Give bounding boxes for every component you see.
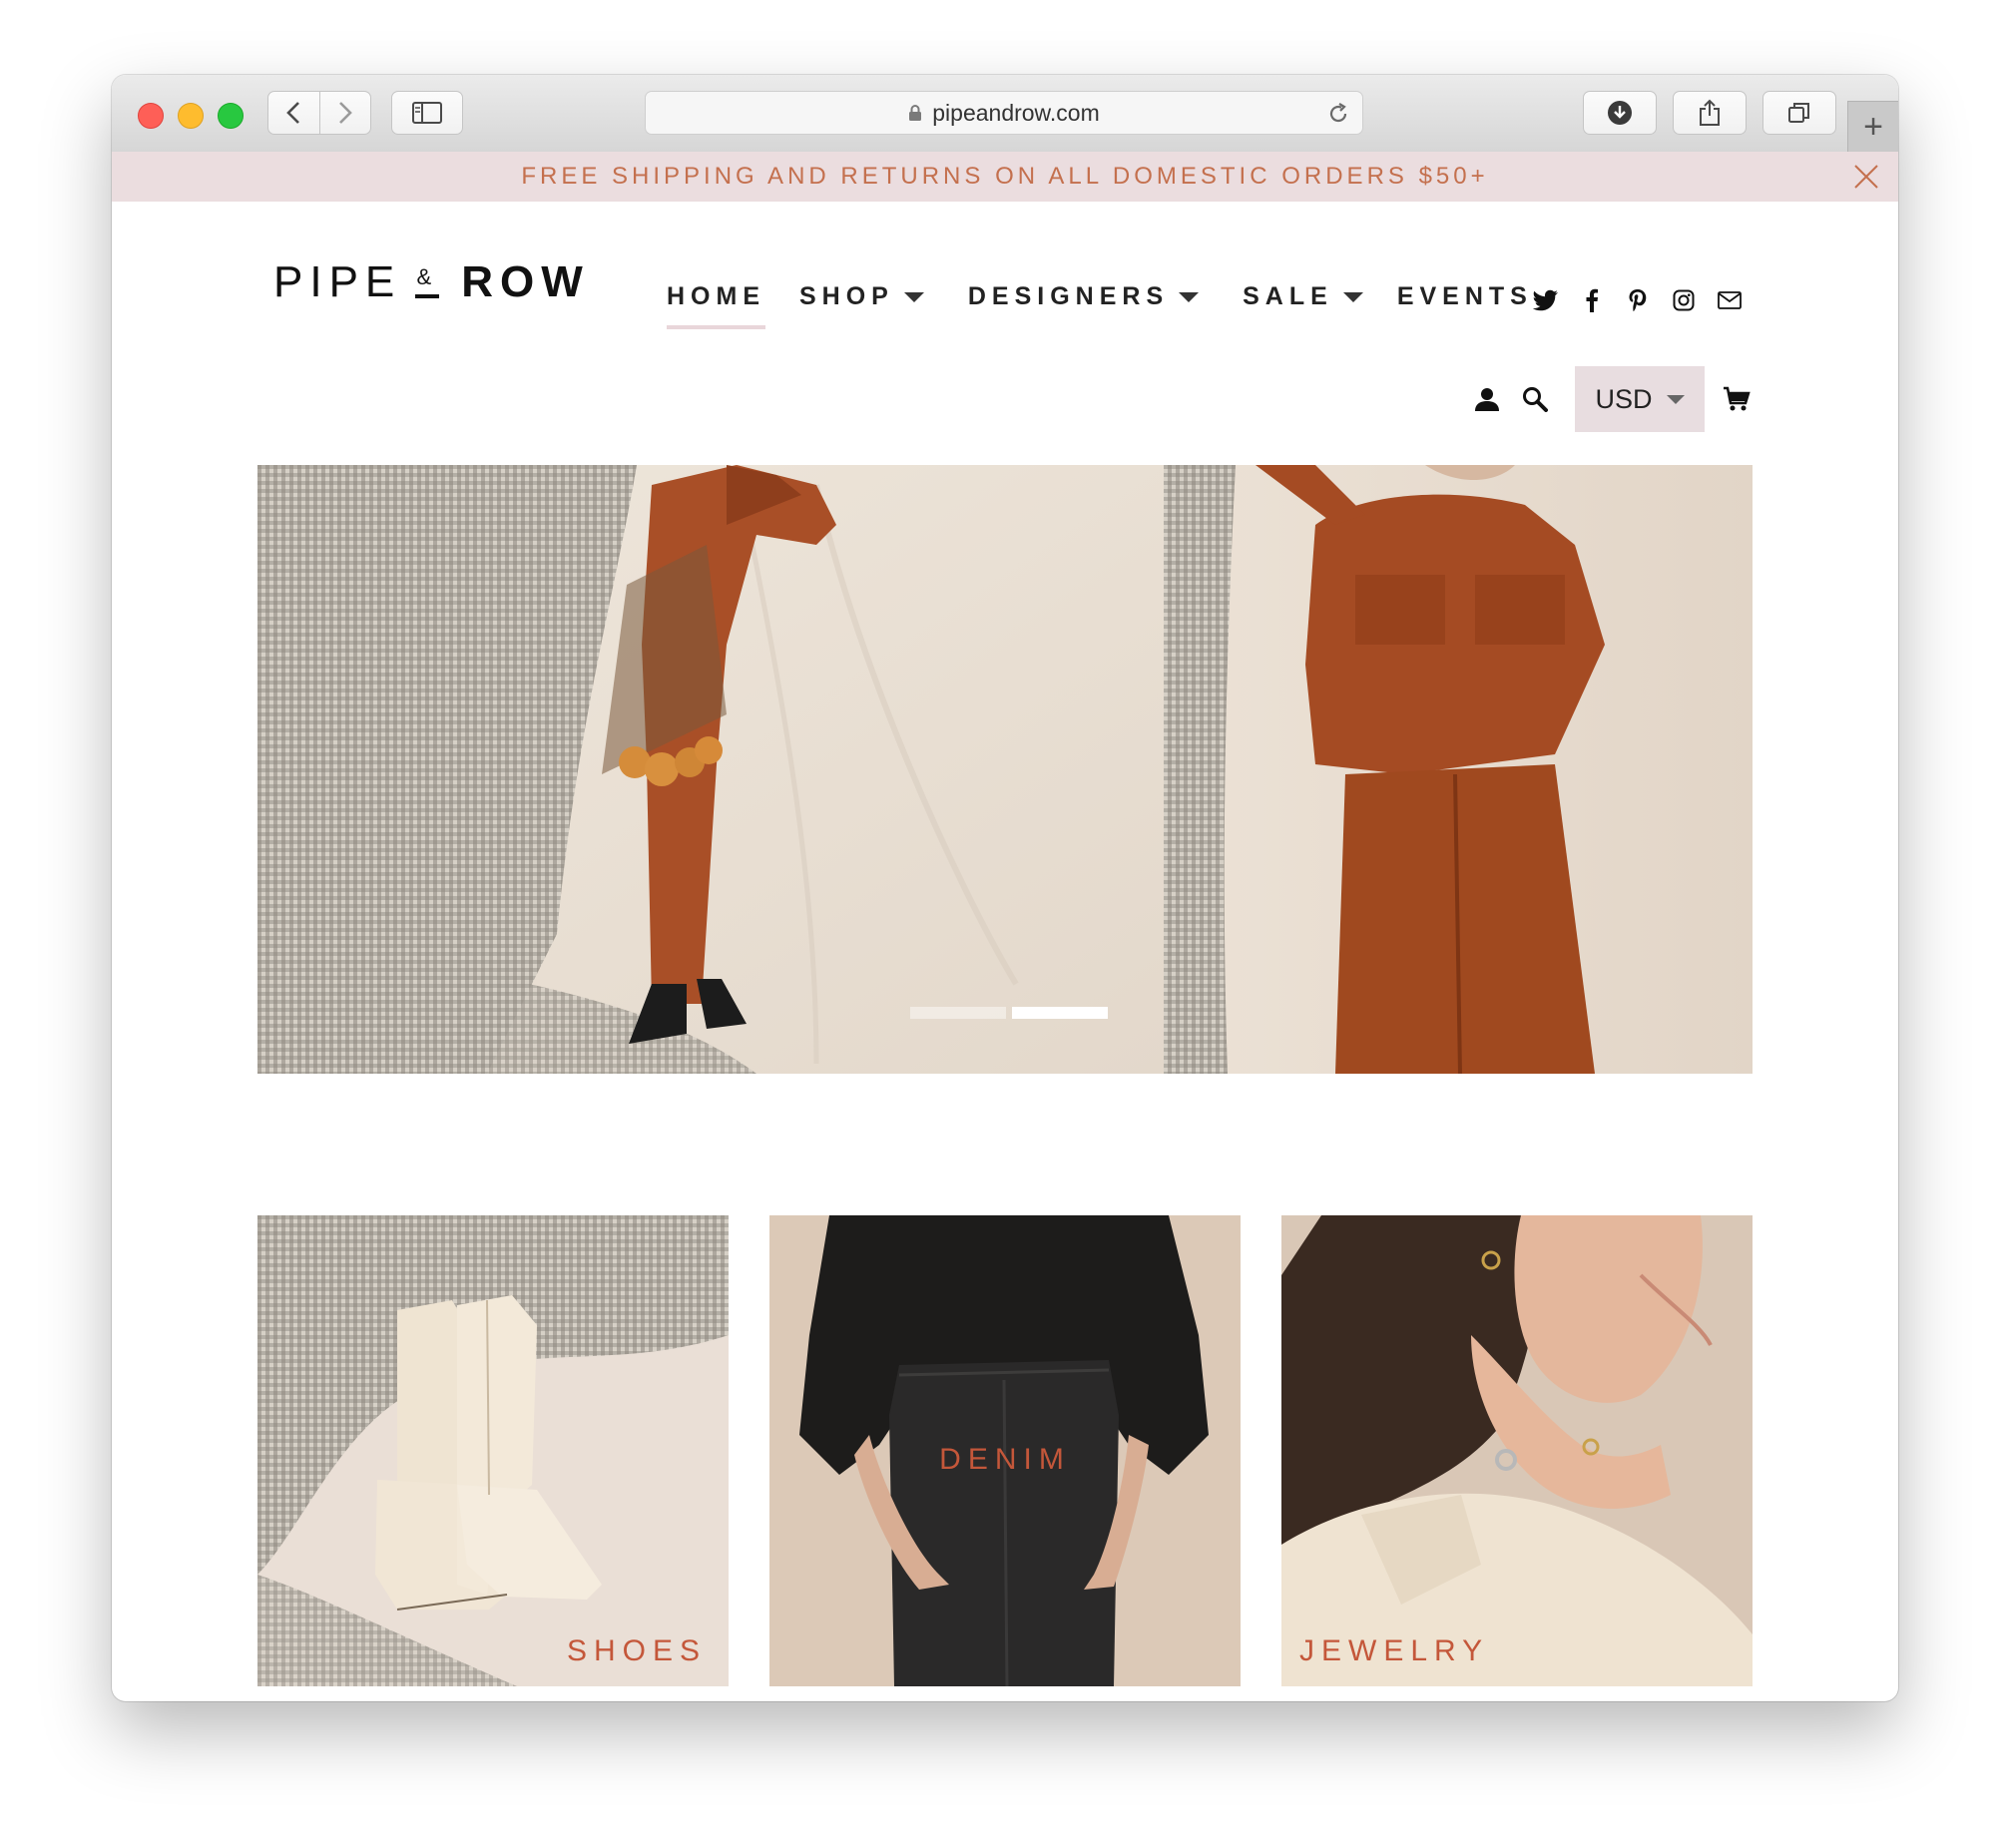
site-logo[interactable]: PIPE & ROW <box>273 257 590 307</box>
facebook-icon[interactable] <box>1577 285 1607 315</box>
hero-slideshow[interactable] <box>257 465 1753 1074</box>
download-icon <box>1608 101 1632 125</box>
search-icon[interactable] <box>1517 381 1553 417</box>
downloads-button[interactable] <box>1583 91 1657 135</box>
category-tile-shoes[interactable]: SHOES <box>257 1215 729 1686</box>
category-label: DENIM <box>939 1443 1071 1476</box>
chevron-right-icon <box>338 102 352 124</box>
minimize-window-button[interactable] <box>178 103 204 129</box>
jewelry-image <box>1281 1215 1753 1686</box>
social-links <box>1531 285 1745 315</box>
account-icon[interactable] <box>1469 381 1505 417</box>
zoom-window-button[interactable] <box>218 103 244 129</box>
nav-sale[interactable]: SALE <box>1243 282 1363 311</box>
close-icon[interactable] <box>1852 163 1880 191</box>
currency-selector[interactable]: USD <box>1575 366 1705 432</box>
nav-shop[interactable]: SHOP <box>799 282 924 311</box>
utility-bar: USD <box>1469 366 1766 432</box>
pinterest-icon[interactable] <box>1623 285 1653 315</box>
share-icon <box>1700 99 1720 126</box>
forward-button[interactable] <box>318 92 371 134</box>
currency-value: USD <box>1595 383 1653 414</box>
nav-home[interactable]: HOME <box>667 282 765 329</box>
address-bar[interactable]: pipeandrow.com <box>645 91 1363 135</box>
hero-image <box>257 465 1753 1074</box>
twitter-icon[interactable] <box>1531 285 1561 315</box>
slide-dot-1[interactable] <box>910 1007 1006 1019</box>
instagram-icon[interactable] <box>1669 285 1699 315</box>
tabs-overview-button[interactable] <box>1762 91 1836 135</box>
reload-icon[interactable] <box>1326 102 1350 132</box>
lock-icon <box>908 104 922 122</box>
logo-word-row: ROW <box>461 257 590 306</box>
shoes-image <box>257 1215 729 1686</box>
share-button[interactable] <box>1673 91 1747 135</box>
category-label: JEWELRY <box>1299 1634 1490 1667</box>
url-text: pipeandrow.com <box>932 99 1100 126</box>
tabs-icon <box>1788 103 1809 123</box>
category-tile-denim[interactable]: DENIM <box>769 1215 1241 1686</box>
sidebar-button[interactable] <box>391 91 463 135</box>
nav-events[interactable]: EVENTS <box>1397 282 1533 311</box>
new-tab-button[interactable]: + <box>1847 101 1898 153</box>
caret-down-icon <box>1666 394 1685 404</box>
cart-icon[interactable] <box>1719 381 1755 417</box>
browser-window: pipeandrow.com + FREE SHIPPING AND RETUR… <box>112 75 1898 1701</box>
caret-down-icon <box>1179 291 1200 302</box>
category-label: SHOES <box>566 1634 707 1667</box>
sidebar-icon <box>412 102 442 124</box>
nav-designers[interactable]: DESIGNERS <box>968 282 1200 311</box>
slide-dot-2[interactable] <box>1012 1007 1108 1019</box>
mail-icon[interactable] <box>1715 285 1745 315</box>
promo-banner: FREE SHIPPING AND RETURNS ON ALL DOMESTI… <box>112 152 1898 202</box>
chevron-left-icon <box>286 102 300 124</box>
caret-down-icon <box>903 291 924 302</box>
back-button[interactable] <box>268 92 319 134</box>
slideshow-dots <box>910 1007 1108 1019</box>
browser-toolbar: pipeandrow.com + <box>112 75 1898 153</box>
caret-down-icon <box>1342 291 1363 302</box>
logo-ampersand: & <box>415 266 440 298</box>
logo-word-pipe: PIPE <box>273 257 402 306</box>
main-nav: HOME SHOP DESIGNERS SALE EVENTS <box>667 282 1533 329</box>
close-window-button[interactable] <box>138 103 164 129</box>
category-tile-jewelry[interactable]: JEWELRY <box>1281 1215 1753 1686</box>
history-nav <box>267 91 371 135</box>
promo-text: FREE SHIPPING AND RETURNS ON ALL DOMESTI… <box>521 163 1489 190</box>
